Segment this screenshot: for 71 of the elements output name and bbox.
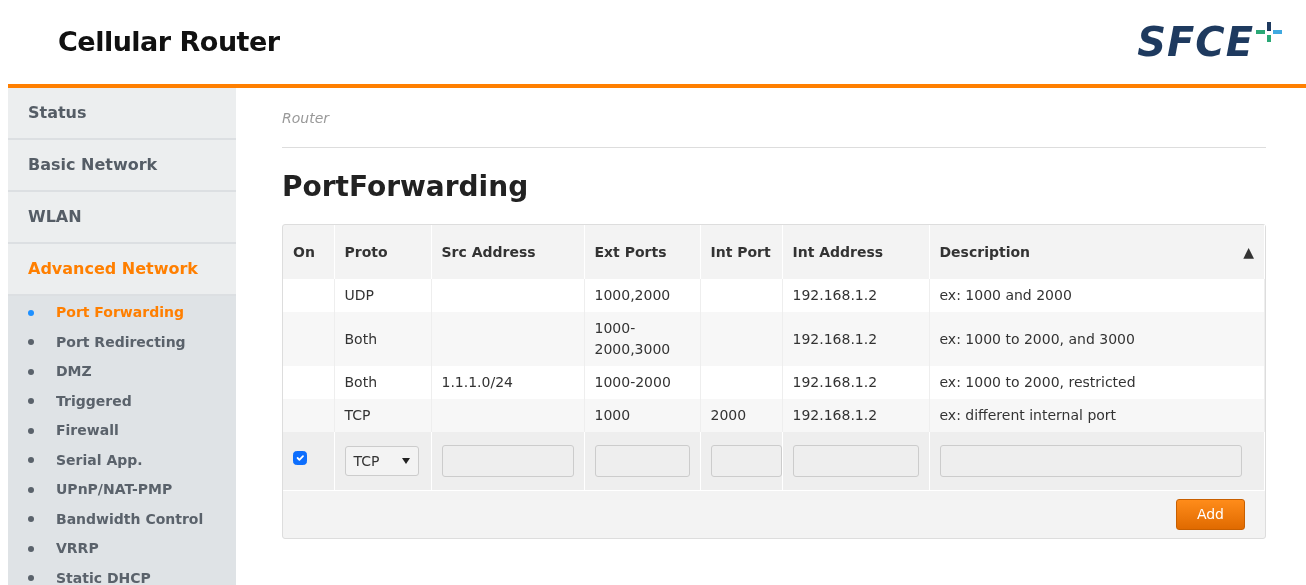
submenu-item[interactable]: Triggered [8, 386, 236, 416]
submenu-item[interactable]: Firewall [8, 416, 236, 446]
table-cell: 2000 [710, 407, 747, 423]
input-field[interactable] [792, 445, 919, 477]
input-field[interactable] [441, 445, 574, 477]
table-cell: UDP [344, 287, 374, 303]
submenu-label: Port Redirecting [56, 332, 186, 352]
sidebar-item[interactable]: Basic Network [8, 140, 236, 192]
bullet-icon [28, 398, 34, 405]
table-cell: Both [344, 374, 378, 390]
submenu-item[interactable]: Static DHCP [8, 563, 236, 585]
submenu-label: Static DHCP [56, 568, 151, 585]
submenu-item[interactable]: UPnP/NAT-PMP [8, 475, 236, 505]
column-header: On [293, 243, 315, 260]
add-button[interactable]: Add [1175, 499, 1245, 530]
table-cell: ex: 1000 to 2000, restricted [939, 374, 1136, 390]
table-cell: ex: 1000 and 2000 [939, 287, 1072, 303]
column-header: Description [939, 242, 1031, 262]
input-field[interactable] [710, 445, 782, 477]
input-field[interactable] [939, 445, 1242, 477]
submenu-item[interactable]: Serial App. [8, 445, 236, 475]
bullet-icon [28, 368, 34, 375]
table-cell: 1000-2000 [594, 374, 671, 390]
page-title: PortForwarding [282, 169, 530, 205]
column-header: Int Address [792, 243, 884, 260]
sidebar-item[interactable]: Status [8, 88, 236, 140]
bullet-icon [28, 339, 34, 346]
bullet-icon [28, 516, 34, 523]
enabled-checkbox[interactable] [293, 450, 307, 465]
submenu-item[interactable]: DMZ [8, 357, 236, 387]
submenu-label: VRRP [56, 539, 99, 559]
bullet-icon [28, 427, 34, 434]
submenu-label: Triggered [56, 391, 132, 411]
table-cell: ex: 1000 to 2000, and 3000 [939, 330, 1135, 347]
submenu-label: UPnP/NAT-PMP [56, 480, 173, 500]
protocol-select[interactable]: TCP [344, 446, 419, 476]
column-header: Ext Ports [594, 243, 667, 260]
bullet-icon [28, 309, 34, 316]
input-field[interactable] [594, 445, 690, 477]
table-cell: 192.168.1.2 [792, 330, 878, 347]
column-header: Src Address [441, 243, 536, 260]
table-cell: 192.168.1.2 [792, 374, 878, 390]
submenu-item[interactable]: Port Redirecting [8, 327, 236, 357]
submenu-item[interactable]: Bandwidth Control [8, 504, 236, 534]
submenu-item[interactable]: VRRP [8, 534, 236, 564]
bullet-icon [28, 575, 34, 582]
table-cell: ex: different internal port [939, 407, 1117, 423]
table-cell: 1000 [594, 407, 631, 423]
bullet-icon [28, 486, 34, 493]
bullet-icon [28, 457, 34, 464]
table-cell: 192.168.1.2 [792, 287, 878, 303]
submenu-label: Serial App. [56, 450, 143, 470]
table-cell: 192.168.1.2 [792, 407, 878, 423]
table-cell: 1000-2000,3000 [594, 320, 671, 357]
column-header: Proto [344, 243, 388, 260]
submenu-label: DMZ [56, 362, 92, 382]
sidebar-item[interactable]: WLAN [8, 192, 236, 244]
table-cell: Both [344, 330, 378, 347]
caret-icon [401, 458, 410, 464]
submenu-label: Port Forwarding [56, 303, 184, 323]
logo-text: SFCE [1137, 22, 1254, 62]
site-title: Cellular Router [58, 24, 280, 59]
column-header: Int Port [710, 243, 771, 260]
breadcrumb: Router [282, 110, 330, 126]
table-cell: 1.1.1.0/24 [441, 374, 513, 390]
table-cell: 1000,2000 [594, 287, 671, 303]
submenu-label: Bandwidth Control [56, 509, 204, 529]
bullet-icon [28, 545, 34, 552]
sort-icon[interactable]: ▲ [1243, 241, 1254, 263]
table-cell: TCP [344, 407, 371, 423]
submenu-label: Firewall [56, 421, 119, 441]
